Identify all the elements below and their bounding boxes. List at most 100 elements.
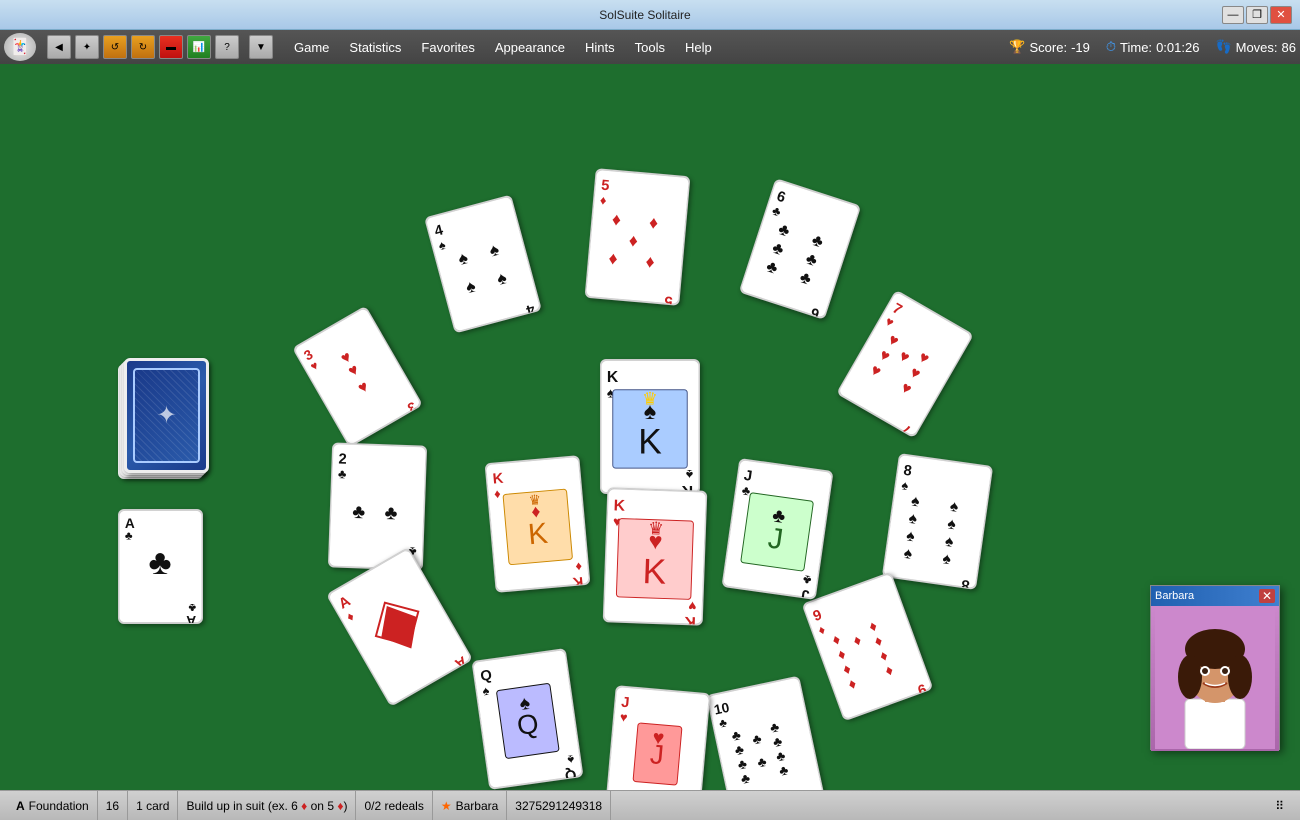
game-id: 3275291249318 bbox=[515, 799, 602, 813]
redeals-count: 0/2 redeals bbox=[364, 799, 423, 813]
svg-text:♦: ♦ bbox=[648, 212, 659, 233]
moves-label: Moves: bbox=[1236, 40, 1278, 55]
card-10-clubs[interactable]: 10 ♣ ♣ ♣ ♣ ♣ ♣ ♣ ♣ ♣ ♣ ♣ 10 bbox=[706, 675, 825, 790]
close-button[interactable]: ✕ bbox=[1270, 6, 1292, 24]
status-player: ★ Barbara bbox=[433, 791, 507, 820]
toolbar-btn-7[interactable]: ? bbox=[215, 35, 239, 59]
card-description: 1 card bbox=[136, 799, 169, 813]
status-instruction: Build up in suit (ex. 6 ♦ on 5 ♦) bbox=[178, 791, 356, 820]
svg-text:5: 5 bbox=[664, 292, 674, 305]
menu-appearance[interactable]: Appearance bbox=[485, 36, 575, 59]
minimize-button[interactable]: — bbox=[1222, 6, 1244, 24]
barbara-titlebar: Barbara ✕ bbox=[1151, 586, 1279, 606]
card-jack-hearts[interactable]: J ♥ J ♥ J ♥ bbox=[605, 685, 711, 790]
status-bar: A Foundation 16 1 card Build up in suit … bbox=[0, 790, 1300, 820]
barbara-panel: Barbara ✕ bbox=[1150, 585, 1280, 750]
svg-text:♥: ♥ bbox=[652, 727, 665, 750]
status-gameid: 3275291249318 bbox=[507, 791, 611, 820]
svg-text:♣: ♣ bbox=[338, 466, 347, 481]
toolbar-btn-4[interactable]: ↻ bbox=[131, 35, 155, 59]
svg-text:K: K bbox=[642, 552, 667, 592]
game-area[interactable]: ✦ ✦ ✦ ✦ A ♣ ♣ A ♣ 3 ♥ ♥ ♥ ♥ 3 bbox=[0, 64, 1300, 790]
card-ace-clubs[interactable]: A ♣ ♣ A ♣ bbox=[118, 509, 203, 624]
deck-card-top[interactable]: ✦ bbox=[124, 358, 209, 473]
card-count: 16 bbox=[106, 799, 119, 813]
card-king-hearts-center[interactable]: K ♥ K ♥ ♛ K ♥ bbox=[603, 487, 708, 625]
foundation-rank: A bbox=[16, 799, 25, 813]
card-9-diamonds[interactable]: 9 ♦ ♦ ♦ ♦ ♦ ♦ ♦ ♦ ♦ ♦ 9 bbox=[801, 572, 933, 722]
build-instruction: Build up in suit (ex. 6 ♦ on 5 ♦) bbox=[186, 799, 347, 813]
toolbar-btn-3[interactable]: ↺ bbox=[103, 35, 127, 59]
menu-bar: 🃏 ◀ ✦ ↺ ↻ ▬ 📊 ? ▼ Game Statistics Favori… bbox=[0, 30, 1300, 64]
barbara-name: Barbara bbox=[1155, 590, 1194, 602]
score-display: 🏆 Score: -19 bbox=[1009, 39, 1090, 55]
svg-text:♛: ♛ bbox=[648, 518, 665, 539]
svg-text:K: K bbox=[613, 497, 626, 514]
menu-game[interactable]: Game bbox=[284, 36, 339, 59]
svg-text:K: K bbox=[638, 422, 662, 461]
foundation-label: Foundation bbox=[29, 799, 89, 813]
svg-text:♣: ♣ bbox=[384, 502, 398, 524]
time-label: Time: bbox=[1120, 40, 1152, 55]
svg-text:♥: ♥ bbox=[688, 598, 697, 613]
svg-text:♦: ♦ bbox=[645, 251, 656, 272]
window-title: SolSuite Solitaire bbox=[68, 8, 1222, 22]
maximize-button[interactable]: ❐ bbox=[1246, 6, 1268, 24]
svg-text:♦: ♦ bbox=[608, 248, 619, 269]
status-resize[interactable]: ⠿ bbox=[1267, 791, 1292, 820]
moves-display: 👣 Moves: 86 bbox=[1215, 39, 1296, 55]
status-foundation: A Foundation bbox=[8, 791, 98, 820]
status-count: 16 bbox=[98, 791, 128, 820]
moves-value: 86 bbox=[1282, 40, 1296, 55]
svg-text:K: K bbox=[684, 613, 697, 626]
status-redeals: 0/2 redeals bbox=[356, 791, 432, 820]
toolbar-btn-8[interactable]: ▼ bbox=[249, 35, 273, 59]
svg-text:♦: ♦ bbox=[611, 209, 622, 230]
score-value: -19 bbox=[1071, 40, 1090, 55]
card-king-spades-center[interactable]: K ♠ K ♠ ♛ K ♠ bbox=[600, 359, 700, 494]
app-logo: 🃏 bbox=[4, 33, 36, 61]
svg-text:♥: ♥ bbox=[619, 709, 628, 725]
card-ace-diamonds[interactable]: A ♦ A bbox=[326, 547, 473, 707]
svg-text:♦: ♦ bbox=[628, 230, 639, 251]
card-5-diamonds[interactable]: 5 ♦ ♦ ♦ ♦ ♦ ♦ 5 bbox=[585, 168, 691, 306]
status-cards: 1 card bbox=[128, 791, 178, 820]
svg-text:♣: ♣ bbox=[148, 543, 171, 582]
svg-text:K: K bbox=[527, 517, 550, 552]
card-back-pattern: ✦ bbox=[133, 368, 200, 464]
toolbar-btn-5[interactable]: ▬ bbox=[159, 35, 183, 59]
card-3-hearts[interactable]: 3 ♥ ♥ ♥ ♥ 3 bbox=[292, 305, 423, 447]
barbara-close-btn[interactable]: ✕ bbox=[1259, 589, 1275, 603]
card-jack-clubs-right[interactable]: J ♣ J ♣ J ♣ bbox=[721, 458, 833, 600]
card-7-hearts[interactable]: 7 ♥ ♥ ♥ ♥ ♥ ♥ ♥ ♥ 7 bbox=[836, 290, 974, 439]
card-6-clubs[interactable]: 6 ♣ ♣ ♣ ♣ ♣ ♣ ♣ 6 bbox=[739, 178, 862, 320]
svg-text:♛: ♛ bbox=[642, 388, 658, 408]
menu-tools[interactable]: Tools bbox=[625, 36, 675, 59]
svg-text:♣: ♣ bbox=[352, 501, 366, 523]
toolbar-btn-2[interactable]: ✦ bbox=[75, 35, 99, 59]
title-bar: SolSuite Solitaire — ❐ ✕ bbox=[0, 0, 1300, 30]
menu-help[interactable]: Help bbox=[675, 36, 722, 59]
card-2-clubs[interactable]: 2 ♣ ♣ ♣ 2 ♣ bbox=[328, 442, 427, 570]
svg-text:♛: ♛ bbox=[528, 492, 542, 508]
svg-text:♣: ♣ bbox=[125, 530, 133, 543]
card-queen-spades[interactable]: Q ♠ Q ♠ Q ♠ bbox=[471, 648, 583, 790]
svg-text:♠: ♠ bbox=[686, 467, 693, 482]
card-8-spades[interactable]: 8 ♠ ♠ ♠ ♠ ♠ ♠ ♠ ♠ ♠ 8 bbox=[882, 453, 993, 590]
toolbar-btn-6[interactable]: 📊 bbox=[187, 35, 211, 59]
menu-hints[interactable]: Hints bbox=[575, 36, 625, 59]
menu-statistics[interactable]: Statistics bbox=[339, 36, 411, 59]
card-king-diamonds[interactable]: K ♦ K ♦ ♛ K ♦ bbox=[485, 455, 591, 593]
time-value: 0:01:26 bbox=[1156, 40, 1199, 55]
time-display: ⏱ Time: 0:01:26 bbox=[1106, 39, 1200, 55]
barbara-photo bbox=[1151, 606, 1279, 751]
status-right: 🏆 Score: -19 ⏱ Time: 0:01:26 👣 Moves: 86 bbox=[1009, 39, 1296, 55]
toolbar-btn-1[interactable]: ◀ bbox=[47, 35, 71, 59]
score-label: Score: bbox=[1030, 40, 1068, 55]
svg-text:K: K bbox=[607, 369, 619, 386]
card-4-spades[interactable]: 4 ♠ ♠ ♠ ♠ ♠ 4 bbox=[424, 194, 542, 333]
player-name: Barbara bbox=[456, 799, 499, 813]
svg-text:♣: ♣ bbox=[188, 601, 196, 614]
menu-favorites[interactable]: Favorites bbox=[411, 36, 484, 59]
menu-items: Game Statistics Favorites Appearance Hin… bbox=[284, 36, 722, 59]
